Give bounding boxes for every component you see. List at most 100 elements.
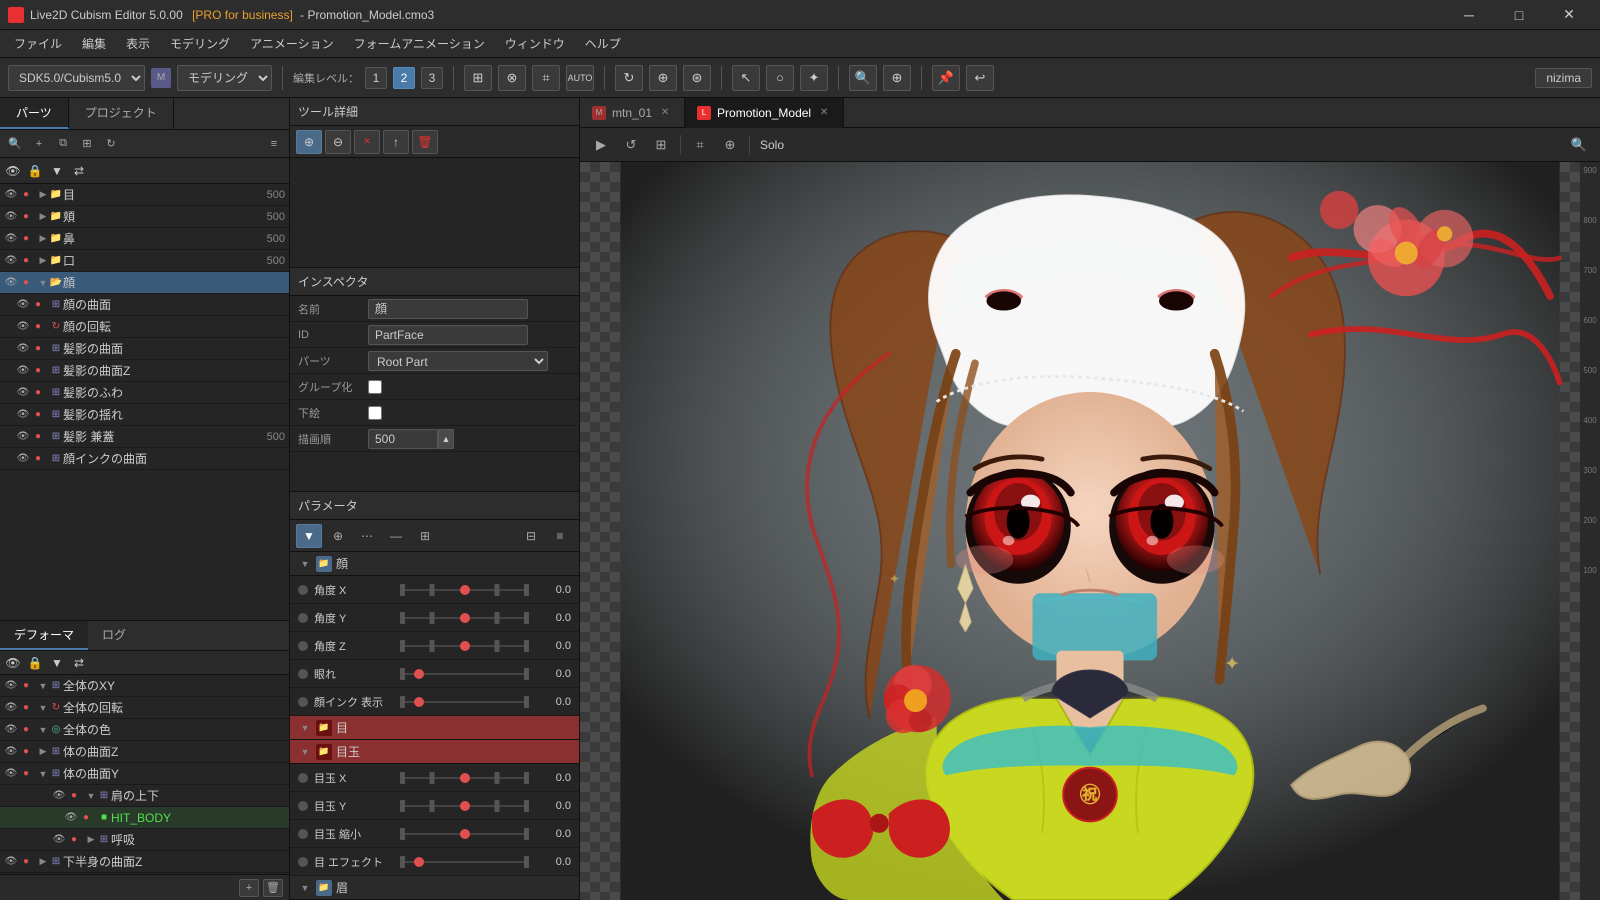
td-mesh-add-btn[interactable]: ⊕ bbox=[296, 130, 322, 154]
vis-eye-icon[interactable]: 👁 bbox=[4, 162, 22, 180]
deformer-item-color[interactable]: 👁 ● ▼ ◎ 全体の色 bbox=[0, 719, 289, 741]
eye-icon[interactable]: 👁 bbox=[4, 188, 18, 202]
parts-item-me[interactable]: 👁 ● ▶ 📁 目 500 bbox=[0, 184, 289, 206]
viewport-tab-mtn01[interactable]: M mtn_01 ✕ bbox=[580, 98, 685, 128]
expand-icon[interactable]: ▶ bbox=[85, 834, 97, 846]
td-mesh-move-btn[interactable]: ✕ bbox=[354, 130, 380, 154]
parts-search-btn[interactable]: 🔍 bbox=[4, 133, 26, 155]
inspector-parts-select[interactable]: Root Part bbox=[368, 351, 548, 371]
vp-deformer-btn[interactable]: ⌗ bbox=[687, 132, 713, 158]
mode-select[interactable]: モデリング bbox=[177, 65, 272, 91]
eye-icon[interactable]: 👁 bbox=[4, 210, 18, 224]
deformer-item-lowbodyz[interactable]: 👁 ● ▶ ⊞ 下半身の曲面Z bbox=[0, 851, 289, 873]
tool-connect-btn[interactable]: ⊛ bbox=[683, 65, 711, 91]
maximize-button[interactable]: □ bbox=[1496, 0, 1542, 30]
eye-icon[interactable]: 👁 bbox=[4, 701, 18, 715]
param-slider[interactable] bbox=[400, 639, 529, 653]
td-mesh-del-btn[interactable]: ⊖ bbox=[325, 130, 351, 154]
expand-icon[interactable]: ▶ bbox=[37, 189, 49, 201]
eye-icon[interactable]: 👁 bbox=[16, 342, 30, 356]
inspector-id-input[interactable] bbox=[368, 325, 528, 345]
param-slider[interactable] bbox=[400, 855, 529, 869]
parts-item-hairyure[interactable]: 👁 ● ⊞ 髪影の揺れ bbox=[0, 404, 289, 426]
param-dots-btn[interactable]: ⋯ bbox=[354, 524, 380, 548]
eye-icon[interactable]: 👁 bbox=[4, 679, 18, 693]
level-3-button[interactable]: 3 bbox=[421, 67, 443, 89]
eye-icon[interactable]: 👁 bbox=[64, 811, 78, 825]
eye-icon[interactable]: 👁 bbox=[4, 723, 18, 737]
vp-zoom-in-btn[interactable]: 🔍 bbox=[1566, 132, 1592, 158]
parts-item-kao-rot[interactable]: 👁 ● ↻ 顔の回転 bbox=[0, 316, 289, 338]
tool-zoom-btn[interactable]: ⊕ bbox=[883, 65, 911, 91]
parts-item-ink-mesh[interactable]: 👁 ● ⊞ 顔インクの曲面 bbox=[0, 448, 289, 470]
param-expand-btn[interactable]: ▼ bbox=[296, 524, 322, 548]
eye-icon[interactable]: 👁 bbox=[4, 232, 18, 246]
parts-item-kao[interactable]: 👁 ● ▼ 📂 顔 bbox=[0, 272, 289, 294]
level-1-button[interactable]: 1 bbox=[365, 67, 387, 89]
eye-icon[interactable]: 👁 bbox=[16, 320, 30, 334]
param-slider[interactable] bbox=[400, 611, 529, 625]
vp-mesh-btn[interactable]: ⊞ bbox=[648, 132, 674, 158]
tool-auto-btn[interactable]: AUTO bbox=[566, 65, 594, 91]
param-slider[interactable] bbox=[400, 583, 529, 597]
expand-icon[interactable]: ▼ bbox=[37, 680, 49, 692]
deformer-item-rot[interactable]: 👁 ● ▼ ↻ 全体の回転 bbox=[0, 697, 289, 719]
tool-search-btn[interactable]: 🔍 bbox=[849, 65, 877, 91]
parts-item-hairfuwa[interactable]: 👁 ● ⊞ 髪影のふわ bbox=[0, 382, 289, 404]
param-dash-btn[interactable]: — bbox=[383, 524, 409, 548]
params-group-eyeball[interactable]: ▼ 📁 目玉 bbox=[290, 740, 579, 764]
param-slider[interactable] bbox=[400, 771, 529, 785]
close-button[interactable]: ✕ bbox=[1546, 0, 1592, 30]
tab-deformer[interactable]: デフォーマ bbox=[0, 621, 88, 650]
deformer-item-bodyy[interactable]: 👁 ● ▼ ⊞ 体の曲面Y bbox=[0, 763, 289, 785]
menu-form-animation[interactable]: フォームアニメーション bbox=[344, 31, 495, 56]
deformer-del-btn[interactable]: 🗑 bbox=[263, 879, 283, 897]
eye-icon[interactable]: 👁 bbox=[4, 745, 18, 759]
tool-scale-btn[interactable]: ⊕ bbox=[649, 65, 677, 91]
deformer-add-btn[interactable]: + bbox=[239, 879, 259, 897]
parts-item-hair-mesh[interactable]: 👁 ● ⊞ 髪影の曲面 bbox=[0, 338, 289, 360]
eye-icon[interactable]: 👁 bbox=[16, 364, 30, 378]
params-group-eyebrow[interactable]: ▼ 📁 眉 bbox=[290, 876, 579, 900]
expand-icon[interactable]: ▶ bbox=[37, 211, 49, 223]
expand-icon[interactable]: ▶ bbox=[37, 746, 49, 758]
eye-icon[interactable]: 👁 bbox=[4, 855, 18, 869]
deformer-expand-icon[interactable]: ▼ bbox=[48, 654, 66, 672]
eye-icon[interactable]: 👁 bbox=[52, 833, 66, 847]
tool-mesh-btn[interactable]: ⊞ bbox=[464, 65, 492, 91]
vp-loop-btn[interactable]: ↺ bbox=[618, 132, 644, 158]
tab-log[interactable]: ログ bbox=[88, 621, 140, 650]
parts-item-hoo[interactable]: 👁 ● ▶ 📁 頬 500 bbox=[0, 206, 289, 228]
parts-item-hairz-mesh[interactable]: 👁 ● ⊞ 髪影の曲面Z bbox=[0, 360, 289, 382]
deformer-item-breathing[interactable]: 👁 ● ▶ ⊞ 呼吸 bbox=[0, 829, 289, 851]
parts-item-kao-mesh[interactable]: 👁 ● ⊞ 顔の曲面 bbox=[0, 294, 289, 316]
expand-icon[interactable]: ▼ bbox=[37, 277, 49, 289]
minimize-button[interactable]: ─ bbox=[1446, 0, 1492, 30]
level-2-button[interactable]: 2 bbox=[393, 67, 415, 89]
deformer-item-xy[interactable]: 👁 ● ▼ ⊞ 全体のXY bbox=[0, 675, 289, 697]
parts-item-kuchi[interactable]: 👁 ● ▶ 📁 口 500 bbox=[0, 250, 289, 272]
parts-copy-btn[interactable]: ⧉ bbox=[52, 133, 74, 155]
eye-icon[interactable]: 👁 bbox=[4, 767, 18, 781]
param-slider[interactable] bbox=[400, 799, 529, 813]
inspector-name-input[interactable] bbox=[368, 299, 528, 319]
tool-select-btn[interactable]: ↖ bbox=[732, 65, 760, 91]
parts-refresh-btn[interactable]: ↻ bbox=[100, 133, 122, 155]
parts-add-btn[interactable]: + bbox=[28, 133, 50, 155]
expand-icon[interactable]: ▼ bbox=[37, 724, 49, 736]
param-menu-btn[interactable]: ≡ bbox=[547, 524, 573, 548]
tool-undo-btn[interactable]: ↩ bbox=[966, 65, 994, 91]
menu-animation[interactable]: アニメーション bbox=[240, 31, 344, 56]
params-group-eye[interactable]: ▼ 📁 目 bbox=[290, 716, 579, 740]
eye-icon[interactable]: 👁 bbox=[16, 298, 30, 312]
inspector-group-checkbox[interactable] bbox=[368, 380, 382, 394]
deformer-item-bodyz[interactable]: 👁 ● ▶ ⊞ 体の曲面Z bbox=[0, 741, 289, 763]
expand-icon[interactable]: ▶ bbox=[37, 856, 49, 868]
parts-menu-btn[interactable]: ≡ bbox=[263, 133, 285, 155]
deformer-lock-icon[interactable]: 🔒 bbox=[26, 654, 44, 672]
param-slider[interactable] bbox=[400, 695, 529, 709]
sdk-version-select[interactable]: SDK5.0/Cubism5.0 bbox=[8, 65, 145, 91]
expand-icon[interactable]: ▼ bbox=[85, 790, 97, 802]
td-arrow-btn[interactable]: ↑ bbox=[383, 130, 409, 154]
tab-parts[interactable]: パーツ bbox=[0, 98, 69, 129]
